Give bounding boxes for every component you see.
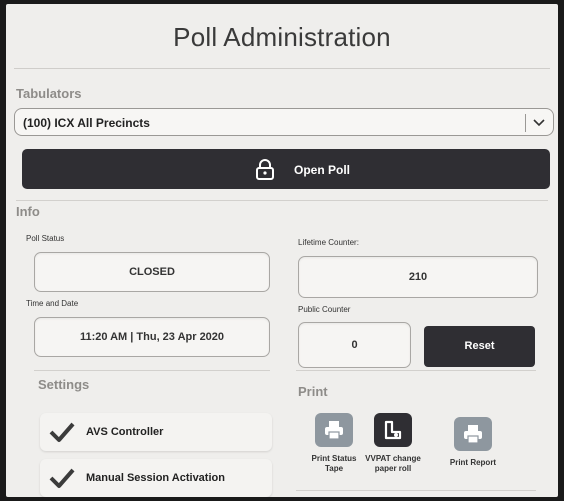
print-report-button[interactable]: [454, 417, 492, 451]
print-report-label: Print Report: [449, 458, 497, 467]
print-heading: Print: [298, 384, 328, 399]
lifetime-counter-field: 210: [298, 256, 538, 298]
vvpat-change-paper-roll-button[interactable]: [374, 413, 412, 447]
vvpat-line2: paper roll: [374, 464, 412, 473]
checkmark-icon: [49, 468, 75, 488]
print-status-tape-line2: Tape: [324, 464, 344, 473]
time-date-label: Time and Date: [26, 299, 79, 308]
manual-session-activation-label: Manual Session Activation: [86, 472, 225, 484]
time-date-field: 11:20 AM | Thu, 23 Apr 2020: [34, 317, 270, 357]
poll-status-field: CLOSED: [34, 252, 270, 292]
settings-heading: Settings: [38, 377, 90, 392]
page-title: Poll Administration: [173, 22, 391, 52]
open-poll-label: Open Poll: [294, 163, 351, 177]
tabulator-select[interactable]: (100) ICX All Precincts: [14, 108, 554, 136]
vvpat-change-paper-roll-label: VVPAT change paper roll: [353, 454, 433, 474]
open-poll-button[interactable]: Open Poll: [22, 149, 550, 189]
select-divider: [525, 114, 526, 132]
poll-status-label: Poll Status: [26, 234, 65, 243]
avs-controller-label: AVS Controller: [86, 426, 164, 438]
printer-icon: [325, 421, 343, 440]
bottom-divider: [296, 490, 536, 491]
printer-icon: [464, 425, 482, 444]
reset-button[interactable]: Reset: [424, 326, 535, 367]
lifetime-counter-label: Lifetime Counter:: [298, 238, 359, 247]
lock-icon: [256, 159, 274, 180]
info-heading: Info: [16, 204, 40, 219]
info-divider: [16, 200, 548, 201]
chevron-down-icon[interactable]: [531, 114, 547, 130]
vvpat-line1: VVPAT change: [365, 454, 421, 463]
title-divider: [14, 68, 550, 69]
manual-session-activation-toggle[interactable]: Manual Session Activation: [40, 459, 272, 497]
tabulators-heading: Tabulators: [16, 86, 82, 101]
public-counter-label: Public Counter: [298, 305, 351, 314]
paper-roll-icon: [384, 420, 402, 440]
print-status-tape-button[interactable]: [315, 413, 353, 447]
poll-admin-screen: Poll Administration Tabulators (100) ICX…: [6, 4, 558, 497]
checkmark-icon: [49, 422, 75, 442]
public-counter-field: 0: [298, 322, 411, 368]
settings-divider: [34, 370, 270, 371]
print-divider: [296, 370, 536, 371]
print-status-tape-line1: Print Status: [311, 454, 357, 463]
tabulator-selected-value: (100) ICX All Precincts: [23, 116, 150, 130]
avs-controller-toggle[interactable]: AVS Controller: [40, 413, 272, 451]
